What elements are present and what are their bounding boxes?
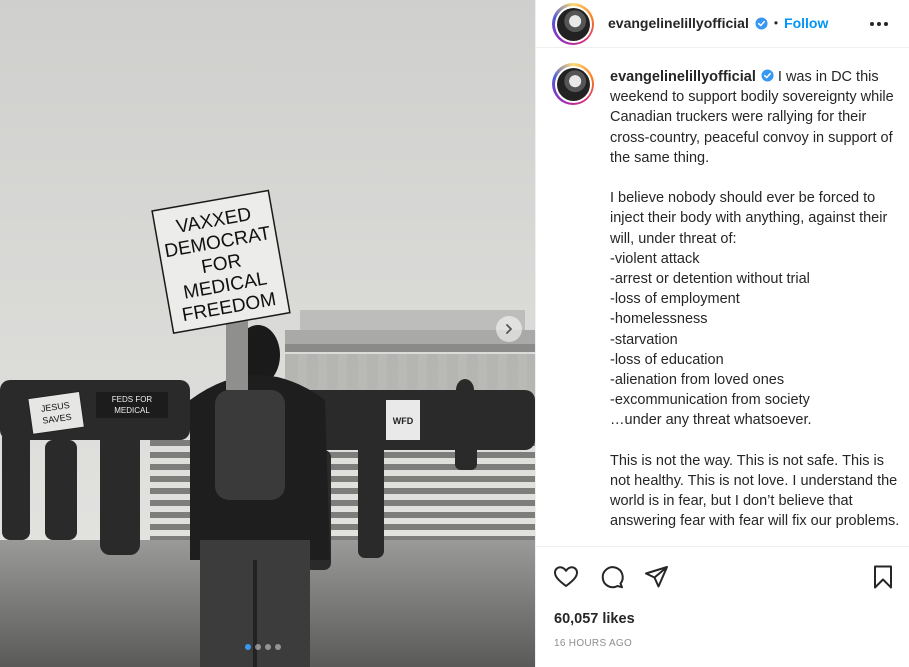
vest-text: WFD <box>393 416 414 426</box>
avatar-image <box>556 67 590 101</box>
header-separator: • <box>773 16 779 30</box>
caption-body: I was in DC this weekend to support bodi… <box>610 69 900 530</box>
follow-button[interactable]: Follow <box>784 15 828 31</box>
verified-badge-icon <box>755 16 768 30</box>
post-photo: WFD JESUS SAVES FEDS FOR MEDICAL VAXXED … <box>0 0 535 667</box>
small-sign-2-line-2: MEDICAL <box>114 406 150 415</box>
avatar[interactable] <box>552 3 594 45</box>
caption-area[interactable]: evangelinelillyofficial I was in DC this… <box>536 49 909 546</box>
carousel-dot <box>265 644 271 650</box>
caption-username[interactable]: evangelinelillyofficial <box>610 69 756 85</box>
bookmark-icon[interactable] <box>869 563 897 591</box>
header-user-row: evangelinelilly​official • Follow <box>608 15 828 31</box>
post-media[interactable]: WFD JESUS SAVES FEDS FOR MEDICAL VAXXED … <box>0 0 535 667</box>
avatar-image <box>556 7 590 41</box>
header-username[interactable]: evangelinelilly​official <box>608 15 749 31</box>
more-options-icon[interactable] <box>870 16 890 32</box>
carousel-dots <box>245 644 281 650</box>
post-timestamp[interactable]: 16 HOURS AGO <box>554 638 632 649</box>
post-sidebar: evangelinelilly​official • Follow evange… <box>535 0 909 667</box>
carousel-dot <box>255 644 261 650</box>
post-header: evangelinelilly​official • Follow <box>536 0 909 48</box>
chevron-right-icon <box>506 324 512 334</box>
share-icon[interactable] <box>643 563 671 591</box>
comment-icon[interactable] <box>598 563 626 591</box>
carousel-next-button[interactable] <box>496 316 522 342</box>
verified-badge-icon <box>761 69 774 82</box>
heart-icon[interactable] <box>552 563 580 591</box>
carousel-dot <box>245 644 251 650</box>
caption-avatar[interactable] <box>552 63 594 105</box>
caption-text-block: evangelinelillyofficial I was in DC this… <box>610 67 900 532</box>
likes-count[interactable]: 60,057 likes <box>554 611 635 627</box>
small-sign-2-line-1: FEDS FOR <box>112 395 153 404</box>
actions-bar: 60,057 likes 16 HOURS AGO <box>536 546 909 667</box>
carousel-dot <box>275 644 281 650</box>
